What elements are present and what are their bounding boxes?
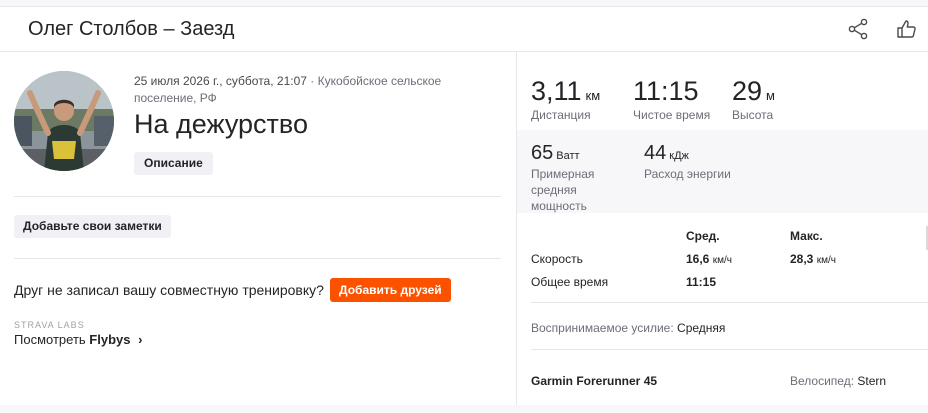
col-header-max: Макс.: [790, 229, 823, 243]
row-label-elapsed: Общее время: [531, 275, 609, 289]
activity-card: Олег Столбов – Заезд 25 июля 2026 г., су…: [0, 6, 928, 405]
speed-max: 28,3 км/ч: [790, 252, 836, 266]
divider: [14, 196, 501, 197]
friend-question: Друг не записал вашу совместную трениров…: [14, 282, 324, 298]
row-label-speed: Скорость: [531, 252, 583, 266]
divider: [531, 302, 928, 303]
flybys-link[interactable]: Посмотреть Flybys ›: [14, 332, 142, 347]
elevation-label: Высота: [732, 108, 774, 122]
bike-value: Stern: [857, 374, 887, 388]
distance-label: Дистанция: [531, 108, 591, 122]
stat-distance: 3,11 км Дистанция: [531, 76, 600, 122]
bike-label: Велосипед:: [790, 374, 858, 388]
description-button[interactable]: Описание: [134, 152, 213, 175]
perceived-effort: Воспринимаемое усилие: Средняя: [531, 321, 725, 335]
secondary-stats: 65 Ватт Примерная средняя мощность 44 кДж …: [517, 130, 928, 213]
page-title: Олег Столбов – Заезд: [28, 18, 235, 40]
stat-elevation: 29 м Высота: [732, 76, 775, 122]
power-value: 65: [531, 142, 554, 164]
add-friends-button[interactable]: Добавить друзей: [330, 278, 451, 302]
activity-date: 25 июля 2026 г., суббота, 21:07: [134, 74, 307, 88]
col-header-avg: Сред.: [686, 229, 720, 243]
bike-info: Велосипед: Stern: [790, 374, 886, 388]
speed-max-value: 28,3: [790, 252, 814, 266]
share-icon[interactable]: [846, 17, 870, 41]
speed-max-unit: км/ч: [816, 255, 836, 266]
distance-unit: км: [585, 88, 601, 103]
device-name: Garmin Forerunner 45: [531, 374, 658, 388]
elevation-value: 29: [732, 76, 763, 106]
activity-summary-panel: 25 июля 2026 г., суббота, 21:07 · Кукобо…: [0, 52, 517, 405]
energy-unit: кДж: [669, 150, 689, 162]
add-notes-button[interactable]: Добавьте свои заметки: [14, 215, 171, 238]
speed-avg-unit: км/ч: [712, 255, 732, 266]
stat-power: 65 Ватт Примерная средняя мощность: [531, 142, 621, 214]
page-header: Олег Столбов – Заезд: [0, 7, 928, 52]
speed-avg-value: 16,6: [686, 252, 710, 266]
stat-moving-time: 11:15 Чистое время: [633, 76, 710, 122]
energy-value: 44: [644, 142, 667, 164]
flybys-label: Flybys: [89, 332, 131, 347]
speed-avg: 16,6 км/ч: [686, 252, 732, 266]
moving-time-label: Чистое время: [633, 108, 711, 122]
elevation-unit: м: [766, 88, 775, 103]
stat-energy: 44 кДж Расход энергии: [644, 142, 731, 182]
chevron-right-icon: ›: [138, 332, 143, 347]
effort-label: Воспринимаемое усилие:: [531, 321, 678, 335]
avatar[interactable]: [14, 71, 114, 171]
flybys-prefix: Посмотреть: [14, 332, 90, 347]
energy-label: Расход энергии: [644, 167, 731, 181]
thumbs-up-icon[interactable]: [895, 17, 919, 41]
power-label: Примерная средняя мощность: [531, 167, 595, 213]
effort-value: Средняя: [677, 321, 726, 335]
activity-stats-panel: 3,11 км Дистанция 11:15 Чистое время 29 м …: [517, 52, 928, 405]
elapsed-avg: 11:15: [686, 275, 717, 289]
divider: [14, 258, 501, 259]
activity-name: На дежурство: [134, 109, 308, 139]
divider: [531, 349, 928, 350]
distance-value: 3,11: [531, 76, 582, 106]
moving-time-value: 11:15: [633, 76, 699, 106]
activity-meta: 25 июля 2026 г., суббота, 21:07 · Кукобо…: [134, 73, 504, 107]
power-unit: Ватт: [556, 150, 580, 162]
strava-labs-label: STRAVA LABS: [14, 320, 85, 330]
